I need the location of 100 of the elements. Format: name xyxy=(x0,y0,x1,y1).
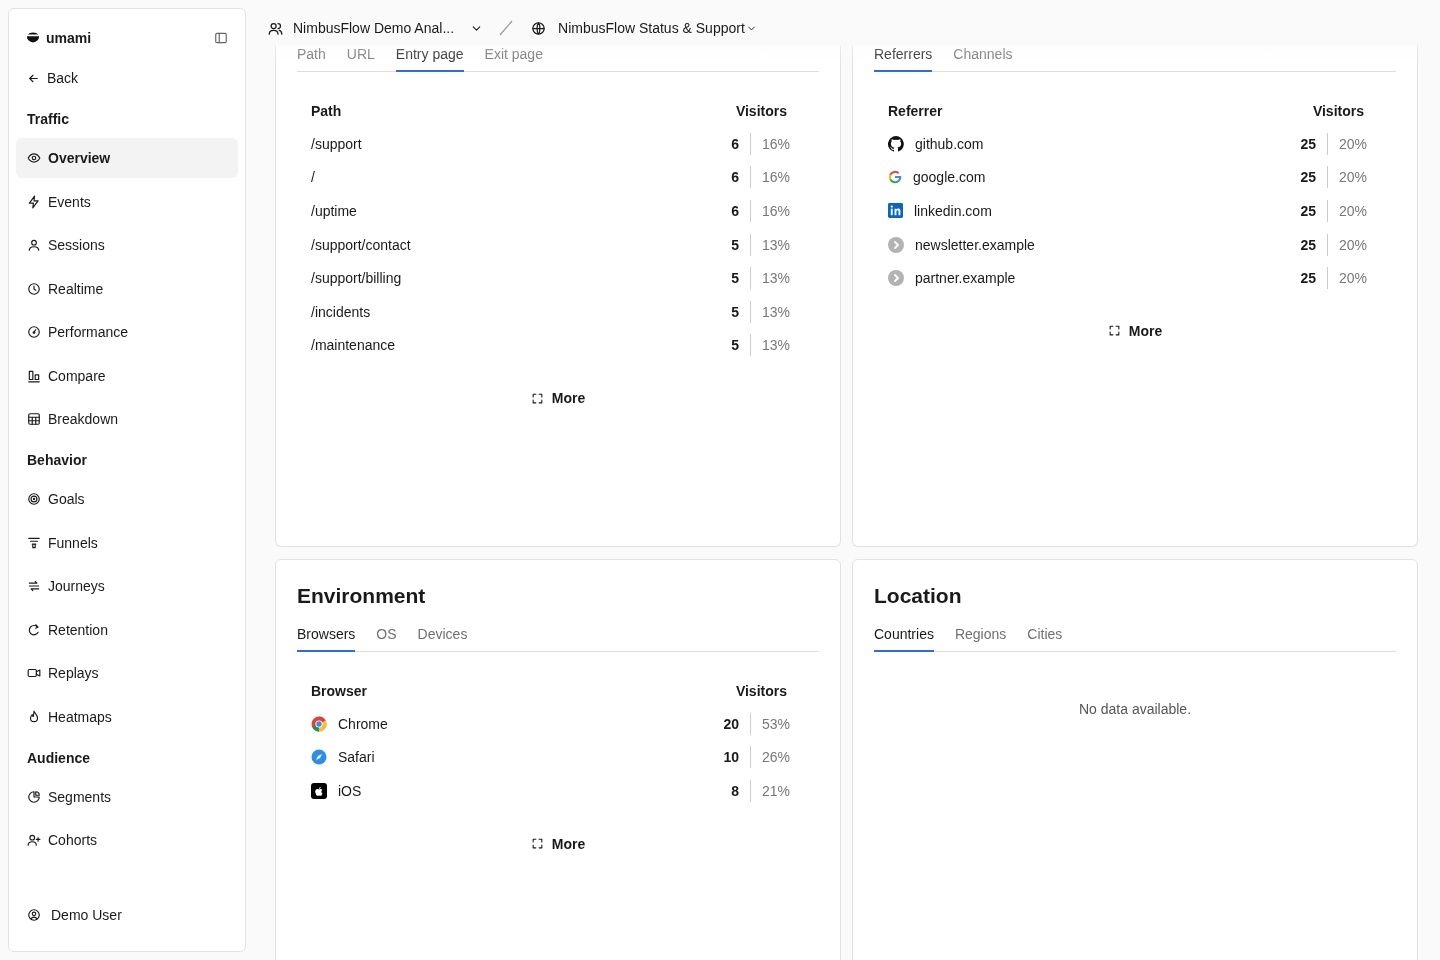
sidebar-item[interactable]: Goals xyxy=(16,479,238,519)
visitor-count: 25 xyxy=(1286,267,1328,290)
visitor-percent: 13% xyxy=(761,336,792,356)
row-label: linkedin.com xyxy=(914,203,992,219)
eye-icon xyxy=(27,151,41,165)
visitor-count: 6 xyxy=(709,132,751,155)
sidebar-item[interactable]: Breakdown xyxy=(16,399,238,439)
column-header: Referrer xyxy=(888,103,944,119)
more-button[interactable]: More xyxy=(1099,318,1171,343)
pie-chart-icon xyxy=(27,789,41,804)
visitor-percent: 20% xyxy=(1338,168,1369,188)
google-icon xyxy=(888,170,902,185)
visitor-percent: 13% xyxy=(761,269,792,289)
gauge-icon xyxy=(27,325,41,339)
tab[interactable]: Channels xyxy=(953,46,1013,72)
empty-message: No data available. xyxy=(1077,701,1193,717)
visitor-count: 8 xyxy=(709,780,751,802)
more-button[interactable]: More xyxy=(522,386,594,411)
row-label: google.com xyxy=(913,169,986,186)
visitor-percent: 26% xyxy=(761,748,792,768)
sidebar-item[interactable]: Sessions xyxy=(16,225,238,265)
chevron-circle-icon xyxy=(888,270,904,287)
visitor-count: 5 xyxy=(709,300,751,323)
tab[interactable]: Devices xyxy=(417,626,468,652)
panel-title: Environment xyxy=(297,583,427,609)
visitor-percent: 16% xyxy=(761,168,792,188)
target-icon xyxy=(27,492,41,506)
compass-icon xyxy=(311,749,327,766)
sidebar-item[interactable]: Journeys xyxy=(16,566,238,606)
visitor-count: 20 xyxy=(709,712,751,735)
visitor-count: 25 xyxy=(1286,166,1328,189)
clock-icon xyxy=(27,281,41,296)
tab[interactable]: Cities xyxy=(1027,626,1063,652)
column-header: Path xyxy=(311,103,343,119)
panel-title: Location xyxy=(874,583,963,609)
visitor-count: 6 xyxy=(709,200,751,222)
tab[interactable]: Referrers xyxy=(874,46,933,72)
section-heading: Behavior xyxy=(26,452,88,468)
expand-icon xyxy=(1107,324,1121,338)
user-circle-icon xyxy=(27,908,41,922)
visitor-percent: 21% xyxy=(761,782,792,801)
people-icon xyxy=(268,20,283,36)
sidebar-item[interactable]: Realtime xyxy=(16,268,238,309)
linkedin-icon xyxy=(888,203,903,219)
github-icon xyxy=(888,135,904,152)
visitor-count: 25 xyxy=(1286,233,1328,256)
visitor-percent: 53% xyxy=(761,714,792,734)
website-selector[interactable]: NimbusFlow Status & Support xyxy=(531,17,757,39)
row-label: /maintenance xyxy=(311,337,396,354)
funnel-icon xyxy=(27,535,41,550)
column-header: Visitors xyxy=(735,103,788,119)
column-header: Visitors xyxy=(735,683,788,699)
visitor-percent: 20% xyxy=(1338,134,1369,154)
row-label: newsletter.example xyxy=(915,236,1035,253)
visitor-count: 25 xyxy=(1286,200,1328,222)
sidebar-item[interactable]: Funnels xyxy=(16,522,238,563)
more-button[interactable]: More xyxy=(522,831,594,856)
brand-name: umami xyxy=(46,30,92,46)
sidebar-item[interactable]: Performance xyxy=(16,312,238,352)
sidebar-item[interactable]: Compare xyxy=(16,355,238,396)
sidebar-item[interactable]: Segments xyxy=(16,776,238,817)
tab[interactable]: Exit page xyxy=(484,46,543,72)
tab[interactable]: Countries xyxy=(874,626,934,652)
user-menu[interactable]: Demo User xyxy=(16,895,238,935)
column-header: Browser xyxy=(311,683,369,699)
sidebar-item[interactable]: Cohorts xyxy=(16,820,238,860)
row-label: github.com xyxy=(915,135,984,152)
apple-icon xyxy=(311,783,327,799)
tab[interactable]: Regions xyxy=(954,626,1007,652)
visitor-count: 25 xyxy=(1286,132,1328,155)
video-icon xyxy=(27,666,41,680)
tab[interactable]: Browsers xyxy=(297,626,356,652)
sidebar-item[interactable]: Overview xyxy=(16,138,238,178)
back-link[interactable]: Back xyxy=(16,58,238,98)
globe-icon xyxy=(531,20,547,36)
sidebar-item[interactable]: Replays xyxy=(16,653,238,693)
sidebar-item[interactable]: Retention xyxy=(16,609,238,650)
visitor-percent: 13% xyxy=(761,302,792,322)
visitor-count: 6 xyxy=(709,166,751,189)
visitor-count: 5 xyxy=(709,334,751,357)
sidebar-item[interactable]: Events xyxy=(16,181,238,222)
expand-icon xyxy=(530,837,544,851)
person-icon xyxy=(27,238,41,252)
chrome-icon xyxy=(311,715,327,732)
flame-icon xyxy=(27,709,41,724)
row-label: iOS xyxy=(338,783,362,799)
expand-icon xyxy=(530,391,544,405)
route-icon xyxy=(27,579,41,593)
team-selector[interactable]: NimbusFlow Demo Anal... xyxy=(268,17,484,39)
visitor-percent: 16% xyxy=(761,134,792,154)
tab[interactable]: URL xyxy=(346,46,375,72)
sidebar-item[interactable]: Heatmaps xyxy=(16,696,238,737)
visitor-count: 5 xyxy=(709,233,751,256)
row-label: /support/billing xyxy=(311,270,402,287)
row-label: /incidents xyxy=(311,303,371,320)
visitor-percent: 20% xyxy=(1338,269,1369,289)
visitor-count: 5 xyxy=(709,267,751,290)
tab[interactable]: OS xyxy=(376,626,397,652)
row-label: / xyxy=(311,169,315,186)
tab[interactable]: Entry page xyxy=(395,46,464,72)
